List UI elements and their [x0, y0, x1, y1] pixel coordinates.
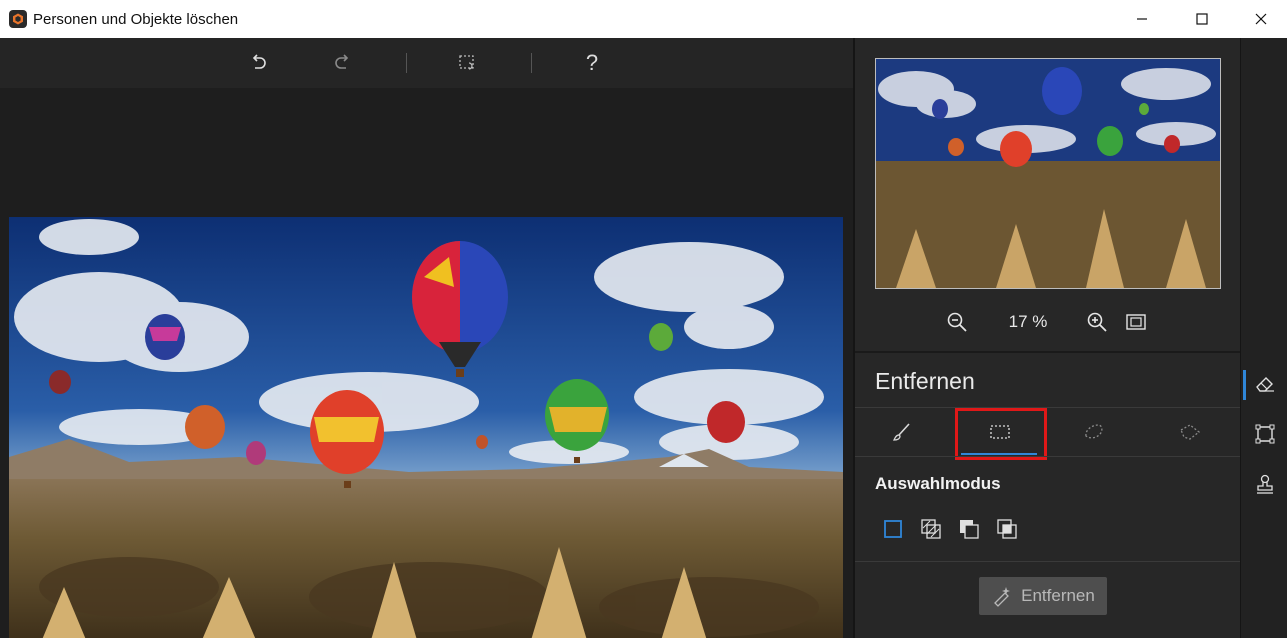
crop-select-icon: [1255, 424, 1275, 444]
section-title: Entfernen: [875, 368, 975, 394]
tool-tab-polygon-lasso[interactable]: [1145, 410, 1235, 454]
undo-icon: [252, 54, 266, 69]
selection-reset-button[interactable]: [455, 50, 481, 76]
redo-button[interactable]: [330, 50, 356, 76]
mode-subtract-selection[interactable]: [957, 517, 981, 541]
toolbar-divider: [406, 53, 407, 73]
hot-air-balloon: [246, 441, 266, 465]
brush-icon: [892, 423, 910, 441]
hot-air-balloon: [476, 435, 488, 449]
subtract-selection-icon: [960, 520, 979, 539]
minimize-button[interactable]: [1119, 0, 1165, 38]
close-icon: [1255, 13, 1267, 25]
redo-icon: [335, 54, 349, 69]
editor-toolbar: ?: [0, 38, 853, 88]
panel-divider: [855, 561, 1240, 562]
hot-air-balloon: [145, 314, 185, 360]
tool-tab-lasso[interactable]: [1049, 410, 1139, 454]
close-button[interactable]: [1238, 0, 1284, 38]
panel-divider: [855, 351, 1240, 353]
intersect-selection-icon: [997, 519, 1017, 539]
new-selection-icon: [884, 520, 902, 538]
selection-reset-icon: [459, 55, 474, 70]
add-selection-icon: [921, 519, 941, 539]
mode-new-selection[interactable]: [881, 517, 905, 541]
panel-divider: [855, 456, 1240, 457]
maximize-icon: [1196, 13, 1208, 25]
help-icon: ?: [585, 50, 599, 75]
eraser-icon: [1256, 377, 1274, 392]
mode-add-selection[interactable]: [919, 517, 943, 541]
minimize-icon: [1137, 18, 1147, 20]
zoom-out-button[interactable]: [945, 310, 969, 334]
polygon-lasso-icon: [1180, 424, 1201, 440]
panel-divider: [855, 407, 1240, 408]
zoom-out-icon: [947, 312, 967, 332]
app-logo-icon: [9, 10, 27, 28]
undo-button[interactable]: [245, 50, 271, 76]
image-canvas[interactable]: [0, 88, 853, 638]
help-button[interactable]: ?: [579, 50, 605, 76]
toolbar-divider: [531, 53, 532, 73]
selection-mode-label: Auswahlmodus: [875, 474, 1001, 493]
active-rail-indicator: [1243, 370, 1246, 400]
maximize-button[interactable]: [1179, 0, 1225, 38]
tool-panel: 17 % Entfernen Auswahlmodus Entfernen: [855, 38, 1240, 638]
fit-to-screen-button[interactable]: [1124, 310, 1148, 334]
zoom-controls: 17 %: [855, 306, 1240, 336]
rail-crop-select-button[interactable]: [1253, 422, 1277, 446]
hot-air-balloon: [49, 370, 71, 394]
stamp-icon: [1257, 474, 1273, 494]
rail-stamp-button[interactable]: [1253, 472, 1277, 496]
window-title: Personen und Objekte löschen: [33, 10, 239, 28]
remove-button-label: Entfernen: [1021, 586, 1095, 605]
rail-eraser-button[interactable]: [1253, 372, 1277, 396]
title-bar: Personen und Objekte löschen: [0, 0, 1287, 38]
tool-tab-brush[interactable]: [857, 410, 947, 454]
zoom-in-icon: [1087, 312, 1107, 332]
highlight-box: [955, 408, 1047, 460]
hot-air-balloon: [707, 401, 745, 443]
tool-rail: [1240, 38, 1287, 638]
magic-eraser-icon: [994, 587, 1011, 607]
preview-thumbnail[interactable]: [875, 58, 1221, 289]
lasso-icon: [1085, 424, 1103, 439]
hot-air-balloon: [185, 405, 225, 449]
remove-button[interactable]: Entfernen: [979, 577, 1107, 615]
zoom-in-button[interactable]: [1085, 310, 1109, 334]
photo-balloons[interactable]: [9, 217, 843, 638]
mode-intersect-selection[interactable]: [995, 517, 1019, 541]
hot-air-balloon: [649, 323, 673, 351]
zoom-level: 17 %: [1008, 312, 1048, 331]
fit-to-screen-icon: [1126, 314, 1146, 330]
